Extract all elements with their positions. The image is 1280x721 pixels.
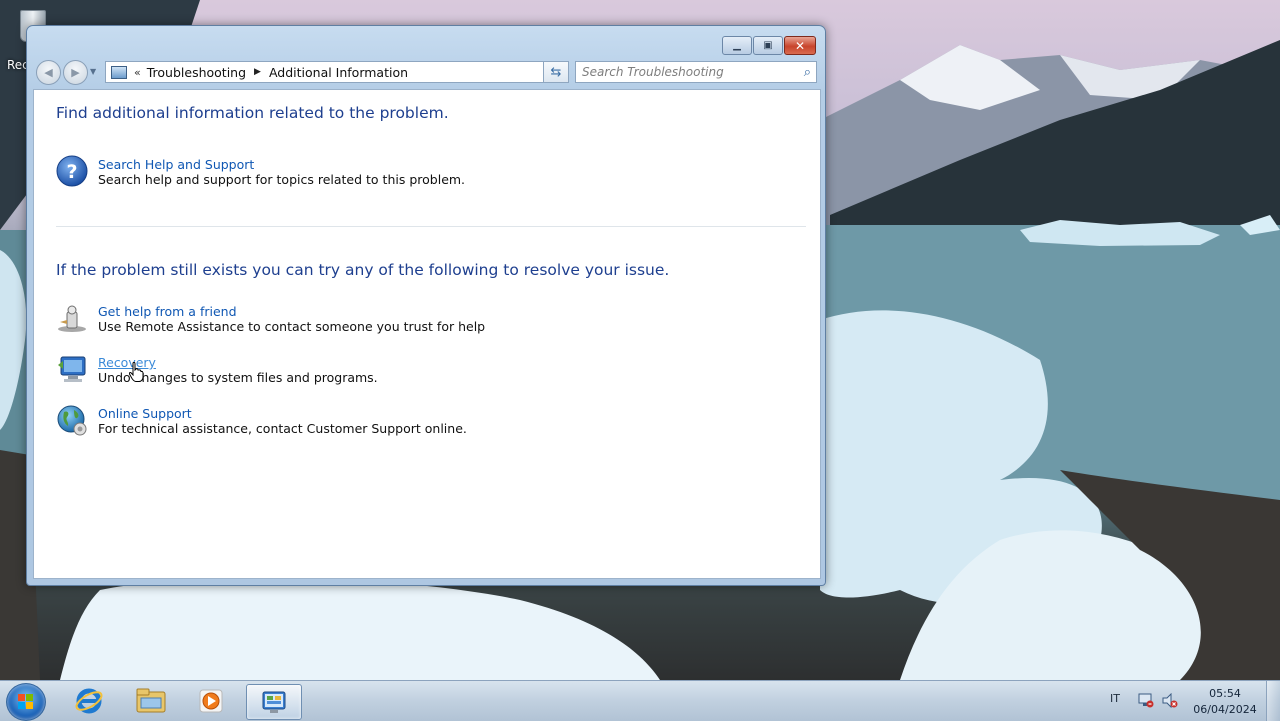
volume-muted-icon[interactable]	[1162, 693, 1178, 708]
clock-time: 05:54	[1209, 687, 1241, 700]
minimize-icon: ▁	[733, 39, 741, 51]
breadcrumb-separator-icon[interactable]: ▶	[254, 67, 261, 77]
taskbar-media-player[interactable]	[184, 684, 238, 718]
show-desktop-button[interactable]	[1266, 681, 1280, 721]
refresh-button[interactable]: ⇆	[543, 61, 569, 83]
clock-date: 06/04/2024	[1193, 703, 1257, 716]
breadcrumb-troubleshooting[interactable]: Troubleshooting	[147, 65, 246, 80]
control-panel-icon	[262, 691, 286, 713]
maximize-button[interactable]: ▣	[753, 36, 783, 55]
close-button[interactable]: ✕	[784, 36, 816, 55]
caption-buttons: ▁ ▣ ✕	[722, 36, 816, 55]
address-bar[interactable]: « Troubleshooting ▶ Additional Informati…	[105, 61, 569, 83]
search-icon[interactable]: ⌕	[804, 65, 811, 80]
forward-arrow-icon: ▶	[71, 66, 80, 79]
refresh-icon: ⇆	[550, 64, 562, 80]
minimize-button[interactable]: ▁	[722, 36, 752, 55]
taskbar-windows-explorer[interactable]	[124, 684, 178, 718]
media-player-icon	[199, 689, 223, 713]
clock[interactable]: 05:54 06/04/2024	[1190, 686, 1260, 718]
internet-explorer-icon	[75, 688, 103, 714]
forward-button[interactable]: ▶	[63, 60, 88, 85]
taskbar-internet-explorer[interactable]	[62, 684, 116, 718]
breadcrumb-additional-information[interactable]: Additional Information	[269, 65, 408, 80]
control-panel-icon	[111, 65, 127, 79]
troubleshooting-window: ▁ ▣ ✕ ◀ ▶ ▼ « Troubleshooting ▶ Addition…	[26, 25, 826, 586]
online-support-description: For technical assistance, contact Custom…	[98, 421, 467, 436]
back-arrow-icon: ◀	[44, 66, 53, 79]
heading-resolve-issue: If the problem still exists you can try …	[56, 261, 670, 279]
recent-pages-dropdown[interactable]: ▼	[90, 67, 96, 76]
remote-assistance-icon	[58, 305, 86, 332]
taskbar-control-panel[interactable]	[246, 684, 302, 720]
section-divider	[56, 226, 806, 227]
get-help-friend-description: Use Remote Assistance to contact someone…	[98, 319, 486, 334]
windows-logo-icon	[18, 694, 33, 709]
search-input[interactable]	[580, 64, 794, 80]
search-box[interactable]: ⌕	[575, 61, 817, 83]
maximize-icon: ▣	[763, 39, 773, 51]
language-indicator[interactable]: IT	[1110, 692, 1120, 705]
recovery-link[interactable]: Recovery	[98, 355, 156, 370]
help-question-icon: ?	[56, 155, 88, 187]
content-pane: Find additional information related to t…	[33, 89, 821, 579]
taskbar: IT 05:54 06/04/2024	[0, 680, 1280, 721]
online-support-link[interactable]: Online Support	[98, 406, 192, 421]
breadcrumb-overflow[interactable]: «	[134, 66, 141, 79]
hand-cursor-icon	[129, 362, 143, 382]
network-icon[interactable]	[1138, 693, 1154, 708]
heading-additional-info: Find additional information related to t…	[56, 104, 449, 122]
windows-explorer-icon	[136, 688, 166, 713]
close-icon: ✕	[794, 38, 806, 53]
search-help-support-link[interactable]: Search Help and Support	[98, 157, 254, 172]
back-button[interactable]: ◀	[36, 60, 61, 85]
recovery-icon	[58, 356, 86, 382]
start-button[interactable]	[6, 683, 46, 721]
chevron-down-icon: ▼	[90, 67, 97, 76]
get-help-friend-link[interactable]: Get help from a friend	[98, 304, 237, 319]
globe-icon	[57, 405, 87, 436]
search-help-support-description: Search help and support for topics relat…	[98, 172, 466, 187]
svg-text:?: ?	[66, 161, 77, 183]
